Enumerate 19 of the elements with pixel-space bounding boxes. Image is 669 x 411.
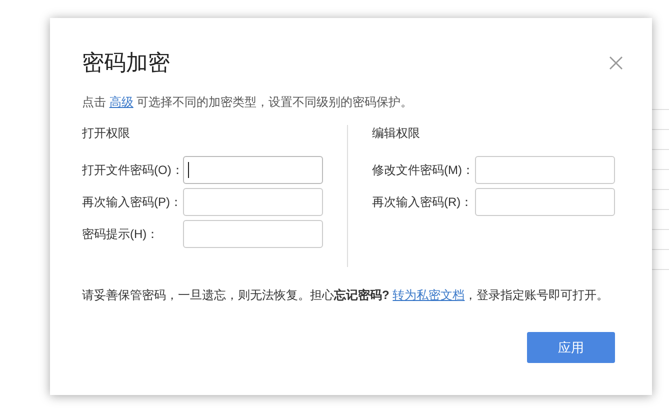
section-heading: 编辑权限 bbox=[372, 125, 421, 142]
password-field[interactable] bbox=[183, 220, 323, 248]
apply-button[interactable]: 应用 bbox=[527, 332, 615, 363]
advanced-link[interactable]: 高级 bbox=[109, 95, 134, 109]
password-field[interactable] bbox=[183, 188, 323, 216]
field-label: 打开文件密码(O)： bbox=[82, 162, 183, 178]
close-icon[interactable] bbox=[609, 56, 623, 70]
field-label: 再次输入密码(P)： bbox=[82, 194, 183, 210]
field-label: 修改文件密码(M)： bbox=[372, 162, 475, 178]
field-label: 再次输入密码(R)： bbox=[372, 194, 474, 210]
password-field[interactable] bbox=[183, 156, 323, 184]
dialog-title: 密码加密 bbox=[82, 49, 170, 77]
hint-text: 点击 高级 可选择不同的加密类型，设置不同级别的密码保护。 bbox=[82, 94, 414, 111]
password-field[interactable] bbox=[475, 188, 615, 216]
warning-text: 请妥善保管密码，一旦遗忘，则无法恢复。担心忘记密码? 转为私密文档，登录指定账号即可打开。 bbox=[82, 287, 610, 304]
password-field[interactable] bbox=[475, 156, 615, 184]
private-doc-link[interactable]: 转为私密文档 bbox=[392, 288, 465, 302]
section-heading: 打开权限 bbox=[82, 125, 131, 142]
field-label: 密码提示(H)： bbox=[82, 226, 160, 242]
